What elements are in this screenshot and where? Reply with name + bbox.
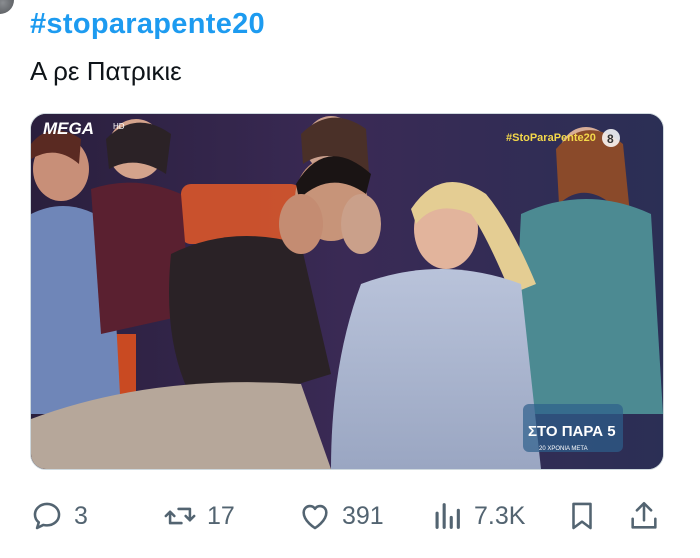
views-button[interactable]: 7.3K xyxy=(430,496,525,536)
tweet-text: Α ρε Πατρικιε xyxy=(30,56,182,86)
share-button[interactable] xyxy=(627,496,661,536)
retweet-icon xyxy=(164,507,196,525)
like-count: 391 xyxy=(342,501,384,530)
channel-logo: MEGA xyxy=(43,119,94,138)
tv-screen-photo: MEGA HD #StoParaPente20 8 ΣΤΟ ΠΑΡΑ 5 20 … xyxy=(31,114,663,469)
views-count: 7.3K xyxy=(474,501,526,530)
age-rating-badge: 8 xyxy=(607,132,614,146)
tweet-actions-bar: 3 17 391 7.3K xyxy=(30,496,670,536)
reply-icon xyxy=(33,502,61,530)
retweet-count: 17 xyxy=(207,501,235,530)
hashtag-link[interactable]: #stoparapente20 xyxy=(30,8,265,41)
views-icon xyxy=(435,503,460,529)
reply-button[interactable]: 3 xyxy=(30,496,88,536)
show-logo-subtitle: 20 ΧΡΟΝΙΑ ΜΕΤΑ xyxy=(539,446,588,452)
channel-logo-suffix: HD xyxy=(113,122,125,131)
avatar[interactable] xyxy=(0,0,14,14)
retweet-button[interactable]: 17 xyxy=(163,496,235,536)
bookmark-icon xyxy=(572,502,592,530)
share-icon xyxy=(631,501,657,529)
broadcast-hashtag: #StoParaPente20 xyxy=(506,132,596,144)
show-logo: ΣΤΟ ΠΑΡΑ 5 xyxy=(528,423,616,440)
bookmark-button[interactable] xyxy=(565,496,599,536)
tweet-media-image[interactable]: MEGA HD #StoParaPente20 8 ΣΤΟ ΠΑΡΑ 5 20 … xyxy=(30,113,664,470)
reply-count: 3 xyxy=(74,501,88,530)
heart-icon xyxy=(302,504,328,530)
like-button[interactable]: 391 xyxy=(298,496,384,536)
